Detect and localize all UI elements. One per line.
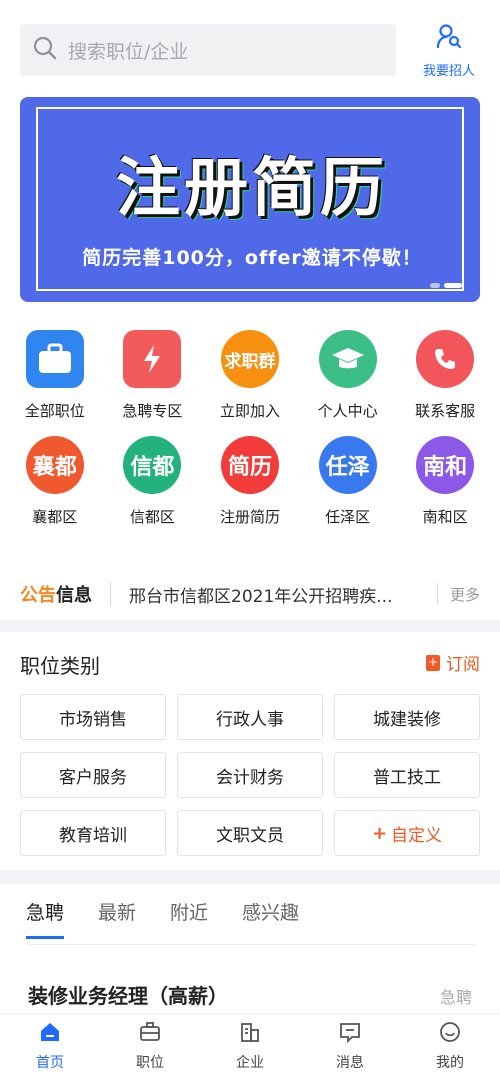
quick-menu-item[interactable]: 求职群 立即加入 — [201, 330, 299, 436]
banner-dot — [430, 283, 440, 288]
quick-menu-item[interactable]: 急聘专区 — [104, 330, 202, 436]
subscribe-label: 订阅 — [446, 655, 480, 675]
notice-text[interactable]: 邢台市信都区2021年公开招聘疾... — [129, 582, 425, 607]
recruit-label: 我要招人 — [422, 64, 475, 79]
promo-banner[interactable]: 注册简历 简历完善100分，offer邀请不停歇！ — [20, 97, 480, 302]
phone-bubble-icon — [416, 330, 475, 388]
tab-1[interactable]: 最新 — [98, 898, 136, 939]
quick-menu-item[interactable]: 联系客服 — [396, 330, 494, 436]
banner-frame: 注册简历 简历完善100分，offer邀请不停歇！ — [36, 107, 464, 291]
banner-pagination — [430, 283, 462, 288]
quick-menu-label: 信都区 — [129, 508, 175, 526]
quick-menu-label: 注册简历 — [219, 508, 280, 526]
nav-label: 消息 — [336, 1055, 364, 1071]
category-grid: 市场销售 行政人事 城建装修 客户服务 会计财务 普工技工 教育培训 文职文员 + 自定义 — [20, 694, 480, 856]
job-tabs: 急聘 最新 附近 感兴趣 — [26, 898, 299, 939]
quick-menu-item[interactable]: 全部职位 — [6, 330, 104, 436]
nav-item-2[interactable]: 企业 — [210, 1014, 290, 1081]
nav-label: 我的 — [436, 1055, 464, 1071]
category-chip[interactable]: 城建装修 — [334, 694, 480, 740]
lightning-doc-icon — [123, 330, 182, 388]
quick-menu-label: 急聘专区 — [122, 402, 183, 420]
divider — [436, 583, 438, 605]
resume-icon: 简历 — [220, 436, 279, 494]
nav-item-4[interactable]: 我的 — [410, 1014, 490, 1081]
quick-menu-label: 任泽区 — [325, 508, 371, 526]
banner-dot-active — [444, 283, 462, 288]
top-section: 搜索职位/企业 我要招人 注册简历 简历完善100分，offer邀请不停歇！ 全… — [0, 0, 500, 620]
notice-bar[interactable]: 公告信息 邢台市信都区2021年公开招聘疾... 更多 — [20, 574, 480, 614]
quick-menu-label: 南和区 — [422, 508, 468, 526]
search-bar[interactable]: 搜索职位/企业 — [20, 24, 396, 76]
building-icon — [210, 1020, 290, 1048]
divider — [110, 582, 111, 606]
divider — [26, 944, 476, 945]
tab-0[interactable]: 急聘 — [26, 898, 65, 939]
notice-tag: 公告信息 — [20, 585, 92, 606]
quick-menu-item[interactable]: 任泽 任泽区 — [299, 436, 397, 542]
plus-icon: + — [371, 822, 388, 844]
notice-more-link[interactable]: 更多 — [450, 584, 480, 605]
subscribe-button[interactable]: + 订阅 — [426, 650, 480, 675]
bottom-nav: 首页 职位 企业 消息 我的 — [0, 1013, 500, 1081]
quick-menu: 全部职位 急聘专区 求职群 立即加入 个人中心 联系客服 襄都 襄都区 信都 信都区 简历 注册简历… — [0, 330, 500, 542]
district-icon: 信都 — [123, 436, 182, 494]
category-chip[interactable]: 教育培训 — [20, 810, 166, 856]
banner-title: 注册简历 — [116, 152, 388, 226]
nav-item-3[interactable]: 消息 — [310, 1014, 390, 1081]
nav-label: 企业 — [236, 1055, 264, 1071]
district-icon: 襄都 — [25, 436, 84, 494]
category-chip[interactable]: 市场销售 — [20, 694, 166, 740]
urgent-badge: 急聘 — [439, 988, 472, 1007]
quick-menu-item[interactable]: 简历 注册简历 — [201, 436, 299, 542]
graduation-cap-icon — [318, 330, 377, 388]
category-chip[interactable]: 行政人事 — [177, 694, 323, 740]
tab-2[interactable]: 附近 — [170, 898, 208, 939]
category-chip[interactable]: 文职文员 — [177, 810, 323, 856]
recruit-button[interactable]: 我要招人 — [416, 22, 482, 79]
message-icon — [310, 1020, 390, 1048]
briefcase-icon — [110, 1020, 190, 1048]
district-icon: 任泽 — [318, 436, 377, 494]
quick-menu-label: 联系客服 — [415, 402, 476, 420]
quick-menu-item[interactable]: 襄都 襄都区 — [6, 436, 104, 542]
category-chip[interactable]: 客户服务 — [20, 752, 166, 798]
category-chip[interactable]: 普工技工 — [334, 752, 480, 798]
bookmark-icon: + — [426, 654, 440, 671]
quick-menu-label: 立即加入 — [219, 402, 280, 420]
banner-subtitle: 简历完善100分，offer邀请不停歇！ — [82, 247, 422, 269]
quick-menu-label: 全部职位 — [24, 402, 85, 420]
home-icon — [10, 1020, 90, 1048]
search-icon — [32, 35, 58, 65]
quick-menu-item[interactable]: 南和 南和区 — [396, 436, 494, 542]
categories-title: 职位类别 — [20, 654, 100, 678]
job-categories: 职位类别 + 订阅 市场销售 行政人事 城建装修客户服务 会计财务 普工技工教育培训 文职… — [0, 632, 500, 870]
nav-item-0[interactable]: 首页 — [10, 1014, 90, 1081]
recruiter-icon — [435, 24, 463, 54]
district-icon: 南和 — [416, 436, 475, 494]
briefcase-icon — [25, 330, 84, 388]
quick-menu-item[interactable]: 信都 信都区 — [104, 436, 202, 542]
nav-label: 首页 — [36, 1055, 64, 1071]
nav-label: 职位 — [136, 1055, 164, 1071]
quick-menu-item[interactable]: 个人中心 — [299, 330, 397, 436]
custom-category-label: 自定义 — [391, 825, 443, 846]
quick-menu-row: 全部职位 急聘专区 求职群 立即加入 个人中心 联系客服 — [0, 330, 500, 436]
custom-category-button[interactable]: + 自定义 — [334, 810, 480, 856]
search-placeholder: 搜索职位/企业 — [68, 40, 189, 63]
job-group-icon: 求职群 — [220, 330, 279, 388]
tab-3[interactable]: 感兴趣 — [242, 898, 299, 939]
job-title[interactable]: 装修业务经理（高薪） — [28, 980, 228, 1009]
quick-menu-label: 个人中心 — [317, 402, 378, 420]
category-chip[interactable]: 会计财务 — [177, 752, 323, 798]
nav-item-1[interactable]: 职位 — [110, 1014, 190, 1081]
quick-menu-row: 襄都 襄都区 信都 信都区 简历 注册简历 任泽 任泽区 南和 南和区 — [0, 436, 500, 542]
quick-menu-label: 襄都区 — [32, 508, 78, 526]
profile-icon — [410, 1020, 490, 1048]
